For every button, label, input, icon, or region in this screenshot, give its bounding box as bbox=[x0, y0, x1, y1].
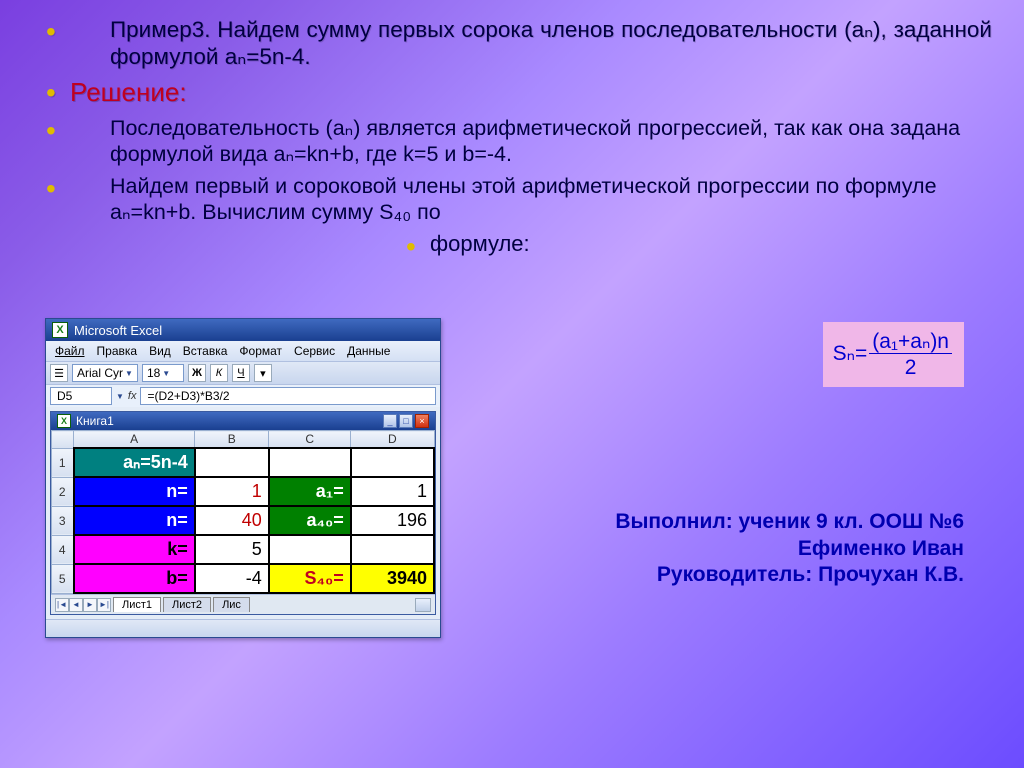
workbook-title: Книга1 bbox=[76, 414, 114, 428]
col-header[interactable]: B bbox=[195, 431, 269, 449]
cell[interactable]: S₄₀= bbox=[269, 564, 351, 593]
cell[interactable]: n= bbox=[74, 506, 195, 535]
cell[interactable]: -4 bbox=[195, 564, 269, 593]
cell[interactable] bbox=[351, 535, 434, 564]
name-box[interactable]: D5 bbox=[50, 387, 112, 405]
credit-line-2: Ефименко Иван bbox=[615, 536, 964, 562]
cell[interactable]: 196 bbox=[351, 506, 434, 535]
credit-line-1: Выполнил: ученик 9 кл. ООШ №6 bbox=[615, 509, 964, 535]
sheet-tab-1[interactable]: Лист1 bbox=[113, 597, 161, 612]
credits-block: Выполнил: ученик 9 кл. ООШ №6 Ефименко И… bbox=[615, 509, 964, 588]
formula-bar: D5 ▼ fx =(D2+D3)*B3/2 bbox=[46, 384, 440, 407]
menu-view[interactable]: Вид bbox=[144, 343, 176, 359]
excel-title: Microsoft Excel bbox=[74, 323, 162, 338]
row-header[interactable]: 2 bbox=[52, 477, 74, 506]
bullet-formula-label: формуле: bbox=[430, 231, 992, 258]
cell[interactable]: 1 bbox=[195, 477, 269, 506]
cell[interactable]: 40 bbox=[195, 506, 269, 535]
cell[interactable] bbox=[195, 448, 269, 477]
minimize-button[interactable]: _ bbox=[383, 414, 397, 428]
row-header[interactable]: 3 bbox=[52, 506, 74, 535]
cell[interactable]: 1 bbox=[351, 477, 434, 506]
tab-nav-next[interactable]: ► bbox=[83, 598, 97, 612]
close-button[interactable]: × bbox=[415, 414, 429, 428]
row-header[interactable]: 1 bbox=[52, 448, 74, 477]
cell[interactable]: n= bbox=[74, 477, 195, 506]
menu-format[interactable]: Формат bbox=[234, 343, 287, 359]
formula-input[interactable]: =(D2+D3)*B3/2 bbox=[140, 387, 436, 405]
sheet-tab-3[interactable]: Лис bbox=[213, 597, 250, 612]
credit-line-3: Руководитель: Прочухан К.В. bbox=[615, 562, 964, 588]
tab-nav-last[interactable]: ►| bbox=[97, 598, 111, 612]
fx-label: fx bbox=[128, 390, 137, 402]
cell[interactable]: b= bbox=[74, 564, 195, 593]
tab-nav-first[interactable]: |◄ bbox=[55, 598, 69, 612]
bullet-solution-head: Решение: bbox=[70, 77, 992, 109]
tab-scroll[interactable] bbox=[415, 598, 431, 612]
menu-service[interactable]: Сервис bbox=[289, 343, 340, 359]
row-header[interactable]: 4 bbox=[52, 535, 74, 564]
toolbar-button[interactable]: ☰ bbox=[50, 364, 68, 382]
font-select[interactable]: Arial Cyr▼ bbox=[72, 364, 138, 382]
menu-file[interactable]: Файл bbox=[50, 343, 90, 359]
col-header[interactable]: A bbox=[74, 431, 195, 449]
excel-menubar[interactable]: Файл Правка Вид Вставка Формат Сервис Да… bbox=[46, 341, 440, 361]
bullet-explain-1: Последовательность (aₙ) является арифмет… bbox=[70, 115, 992, 167]
cell[interactable] bbox=[269, 535, 351, 564]
status-bar bbox=[46, 619, 440, 637]
excel-icon: X bbox=[52, 322, 68, 338]
cell[interactable]: aₙ=5n-4 bbox=[74, 448, 195, 477]
cell[interactable] bbox=[269, 448, 351, 477]
cell[interactable]: a₁= bbox=[269, 477, 351, 506]
col-header[interactable]: C bbox=[269, 431, 351, 449]
workbook-icon: X bbox=[57, 414, 71, 428]
excel-toolbar: ☰ Arial Cyr▼ 18▼ Ж К Ч ▾ bbox=[46, 361, 440, 384]
menu-edit[interactable]: Правка bbox=[92, 343, 143, 359]
sheet-tabs: |◄ ◄ ► ►| Лист1 Лист2 Лис bbox=[51, 594, 435, 614]
tab-nav-prev[interactable]: ◄ bbox=[69, 598, 83, 612]
cell[interactable]: a₄₀= bbox=[269, 506, 351, 535]
excel-window: X Microsoft Excel Файл Правка Вид Вставк… bbox=[45, 318, 441, 638]
excel-titlebar: X Microsoft Excel bbox=[46, 319, 440, 341]
menu-data[interactable]: Данные bbox=[342, 343, 395, 359]
toolbar-more[interactable]: ▾ bbox=[254, 364, 272, 382]
formula-image: Sₙ=(a₁+aₙ)n2 bbox=[823, 322, 964, 387]
italic-button[interactable]: К bbox=[210, 364, 228, 382]
sheet-tab-2[interactable]: Лист2 bbox=[163, 597, 211, 612]
underline-button[interactable]: Ч bbox=[232, 364, 250, 382]
cell[interactable]: k= bbox=[74, 535, 195, 564]
workbook-window: X Книга1 _ □ × A B C D 1 aₙ=5n-4 bbox=[50, 411, 436, 615]
cell[interactable]: 3940 bbox=[351, 564, 434, 593]
spreadsheet-grid[interactable]: A B C D 1 aₙ=5n-4 2 n= 1 a₁= 1 3 n= bbox=[51, 430, 435, 594]
maximize-button[interactable]: □ bbox=[399, 414, 413, 428]
bullet-example: Пример3. Найдем сумму первых сорока член… bbox=[70, 16, 992, 71]
menu-insert[interactable]: Вставка bbox=[178, 343, 233, 359]
col-header[interactable]: D bbox=[351, 431, 434, 449]
cell[interactable] bbox=[351, 448, 434, 477]
cell[interactable]: 5 bbox=[195, 535, 269, 564]
bold-button[interactable]: Ж bbox=[188, 364, 206, 382]
bullet-explain-2: Найдем первый и сороковой члены этой ари… bbox=[70, 173, 992, 225]
row-header[interactable]: 5 bbox=[52, 564, 74, 593]
fontsize-select[interactable]: 18▼ bbox=[142, 364, 184, 382]
